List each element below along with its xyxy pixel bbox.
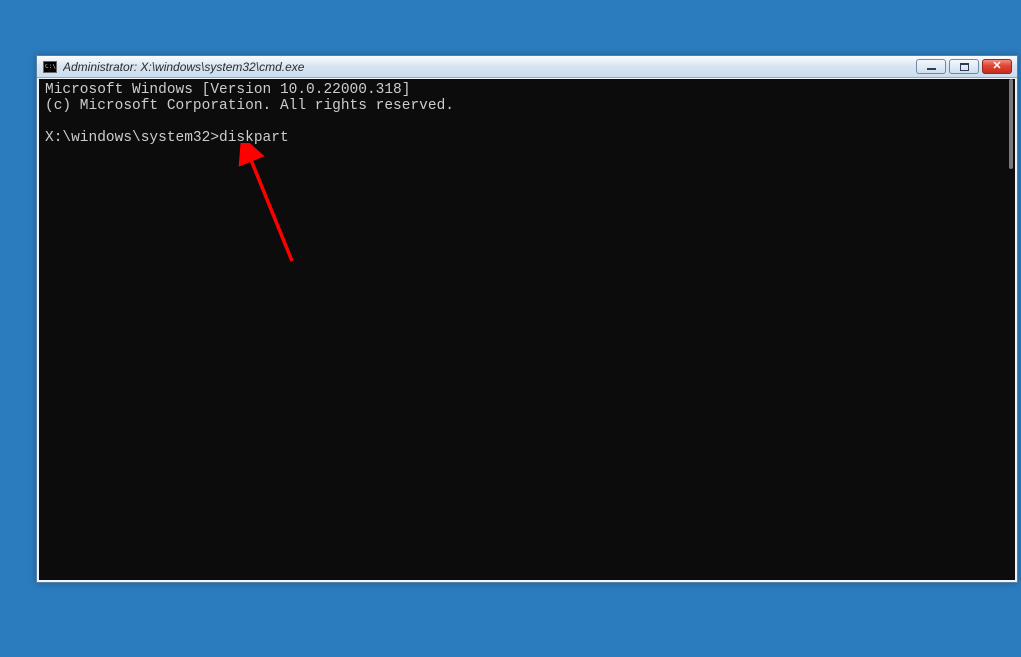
minimize-icon <box>927 68 936 70</box>
cmd-window: Administrator: X:\windows\system32\cmd.e… <box>36 55 1018 583</box>
terminal-command: diskpart <box>219 130 289 146</box>
terminal-output: Microsoft Windows [Version 10.0.22000.31… <box>39 79 999 580</box>
maximize-icon <box>960 63 969 71</box>
window-controls: ✕ <box>916 59 1015 74</box>
minimize-button[interactable] <box>916 59 946 74</box>
maximize-button[interactable] <box>949 59 979 74</box>
close-icon: ✕ <box>992 61 1001 72</box>
window-title: Administrator: X:\windows\system32\cmd.e… <box>63 60 910 74</box>
titlebar[interactable]: Administrator: X:\windows\system32\cmd.e… <box>37 56 1017 78</box>
terminal-prompt: X:\windows\system32> <box>45 130 219 146</box>
cmd-icon <box>43 61 57 73</box>
terminal-line-version: Microsoft Windows [Version 10.0.22000.31… <box>45 82 410 98</box>
scrollbar-thumb[interactable] <box>1009 79 1013 169</box>
terminal-line-copyright: (c) Microsoft Corporation. All rights re… <box>45 98 454 114</box>
terminal-area[interactable]: Microsoft Windows [Version 10.0.22000.31… <box>37 78 1017 582</box>
scrollbar[interactable] <box>999 79 1015 580</box>
close-button[interactable]: ✕ <box>982 59 1012 74</box>
